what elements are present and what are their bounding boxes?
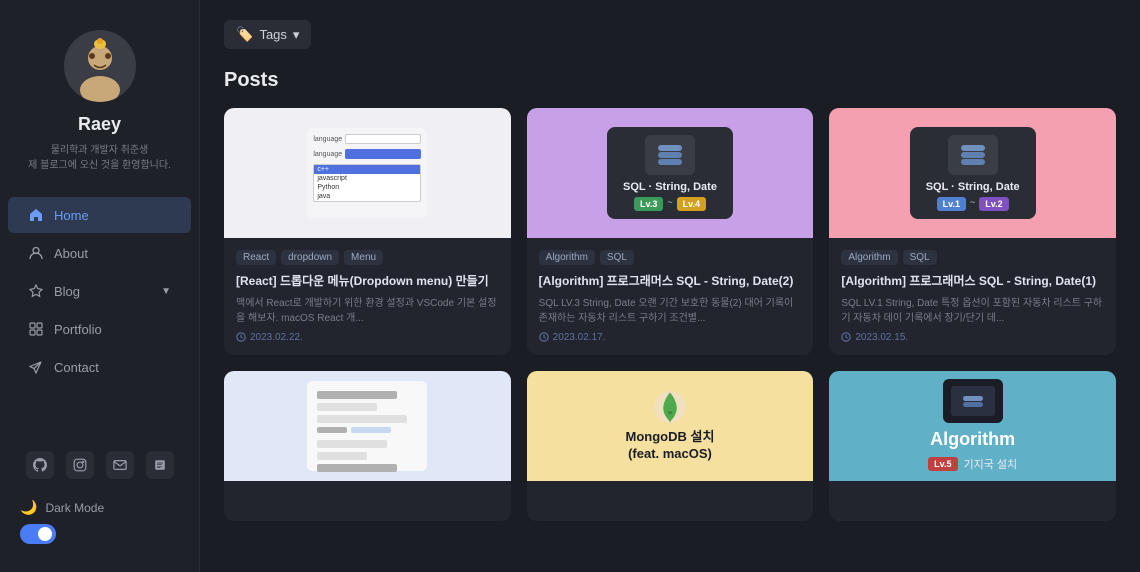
card5-body	[527, 481, 814, 521]
card3-date: 2023.02.15.	[841, 332, 1104, 343]
badge-lv4: Lv.4	[677, 197, 706, 211]
sidebar-nav: Home About Blog ▼	[0, 197, 199, 385]
mongodb-logo: MongoDB 설치(feat. macOS)	[626, 389, 715, 463]
tag-react: React	[236, 250, 276, 265]
nav-portfolio[interactable]: Portfolio	[8, 311, 191, 347]
card1-title: [React] 드롭다운 메뉴(Dropdown menu) 만들기	[236, 273, 499, 290]
card3-tags: Algorithm SQL	[841, 250, 1104, 265]
post-card-2[interactable]: SQL · String, Date Lv.3 ~ Lv.4 Algorithm…	[527, 108, 814, 355]
nav-blog[interactable]: Blog ▼	[8, 273, 191, 309]
tag-menu: Menu	[344, 250, 383, 265]
instagram-icon[interactable]	[66, 451, 94, 479]
card6-thumb: Algorithm Lv.5 기지국 설치	[829, 371, 1116, 481]
card2-tags: Algorithm SQL	[539, 250, 802, 265]
tag-dropdown: dropdown	[281, 250, 339, 265]
tag-algorithm-2: Algorithm	[539, 250, 595, 265]
posts-grid: language language c++ javascript Python …	[224, 108, 1116, 521]
card3-thumb: SQL · String, Date Lv.1 ~ Lv.2	[829, 108, 1116, 238]
main-content: 🏷️ Tags ▾ Posts language language	[200, 0, 1140, 572]
tags-row: 🏷️ Tags ▾	[224, 20, 1116, 49]
card3-title: [Algorithm] 프로그래머스 SQL - String, Date(1)	[841, 273, 1104, 290]
card6-body	[829, 481, 1116, 521]
card4-body	[224, 481, 511, 521]
github-icon[interactable]	[26, 451, 54, 479]
badge-lv3: Lv.3	[634, 197, 663, 211]
card3-body: Algorithm SQL [Algorithm] 프로그래머스 SQL - S…	[829, 238, 1116, 355]
badge-lv2: Lv.2	[979, 197, 1008, 211]
card1-tags: React dropdown Menu	[236, 250, 499, 265]
sql-box-purple: SQL · String, Date Lv.3 ~ Lv.4	[607, 127, 733, 219]
algo-title: Algorithm	[930, 429, 1015, 450]
card2-title: [Algorithm] 프로그래머스 SQL - String, Date(2)	[539, 273, 802, 290]
blog-chevron-icon: ▼	[161, 286, 171, 297]
post-card-6[interactable]: Algorithm Lv.5 기지국 설치	[829, 371, 1116, 521]
tags-button[interactable]: 🏷️ Tags ▾	[224, 20, 311, 49]
tag-sql-2: SQL	[600, 250, 634, 265]
post-card-3[interactable]: SQL · String, Date Lv.1 ~ Lv.2 Algorithm…	[829, 108, 1116, 355]
notion-icon[interactable]	[146, 451, 174, 479]
algo-sub: 기지국 설치	[964, 456, 1018, 472]
card1-excerpt: 맥에서 React로 개발하기 위한 환경 설정과 VSCode 기본 설정을 …	[236, 296, 499, 326]
sidebar: Raey 물리학과 개발자 취준생 제 블로그에 오신 것을 환영합니다. Ho…	[0, 0, 200, 572]
algo-box: Algorithm Lv.5 기지국 설치	[928, 379, 1017, 472]
card1-body: React dropdown Menu [React] 드롭다운 메뉴(Drop…	[224, 238, 511, 355]
nav-about[interactable]: About	[8, 235, 191, 271]
tag-icon: 🏷️	[236, 26, 253, 43]
posts-section-title: Posts	[224, 69, 1116, 92]
send-icon	[28, 359, 44, 375]
sql-note	[307, 381, 427, 471]
post-card-4[interactable]	[224, 371, 511, 521]
star-icon	[28, 283, 44, 299]
card4-thumb	[224, 371, 511, 481]
home-icon	[28, 207, 44, 223]
badge-lv1: Lv.1	[937, 197, 966, 211]
card2-date: 2023.02.17.	[539, 332, 802, 343]
dark-mode-toggle[interactable]	[20, 524, 56, 544]
tag-sql-3: SQL	[903, 250, 937, 265]
sql-db-icon-pink	[948, 135, 998, 175]
social-icons-row	[26, 435, 174, 491]
email-icon[interactable]	[106, 451, 134, 479]
card1-date: 2023.02.22.	[236, 332, 499, 343]
card5-thumb: MongoDB 설치(feat. macOS)	[527, 371, 814, 481]
sidebar-bio: 물리학과 개발자 취준생 제 블로그에 오신 것을 환영합니다.	[12, 143, 187, 173]
nav-home[interactable]: Home	[8, 197, 191, 233]
user-icon	[28, 245, 44, 261]
card1-thumb: language language c++ javascript Python …	[224, 108, 511, 238]
card2-thumb: SQL · String, Date Lv.3 ~ Lv.4	[527, 108, 814, 238]
sidebar-username: Raey	[78, 114, 121, 135]
post-card-5[interactable]: MongoDB 설치(feat. macOS)	[527, 371, 814, 521]
nav-contact[interactable]: Contact	[8, 349, 191, 385]
dark-mode-label: Dark Mode	[45, 501, 104, 515]
avatar	[64, 30, 136, 102]
post-card-1[interactable]: language language c++ javascript Python …	[224, 108, 511, 355]
grid-icon	[28, 321, 44, 337]
badge-lv5: Lv.5	[928, 457, 957, 471]
dark-mode-row: 🌙 Dark Mode	[0, 491, 199, 524]
laptop-icon	[943, 379, 1003, 423]
sql-box-pink: SQL · String, Date Lv.1 ~ Lv.2	[910, 127, 1036, 219]
tag-algorithm-3: Algorithm	[841, 250, 897, 265]
tags-chevron-icon: ▾	[293, 27, 300, 43]
card3-excerpt: SQL LV.1 String, Date 특정 옵션이 포함된 자동차 리스트…	[841, 296, 1104, 326]
card2-body: Algorithm SQL [Algorithm] 프로그래머스 SQL - S…	[527, 238, 814, 355]
sql-db-icon	[645, 135, 695, 175]
card2-excerpt: SQL LV.3 String, Date 오랜 기간 보호한 동물(2) 대어…	[539, 296, 802, 326]
dropdown-preview: language language c++ javascript Python …	[307, 128, 427, 218]
